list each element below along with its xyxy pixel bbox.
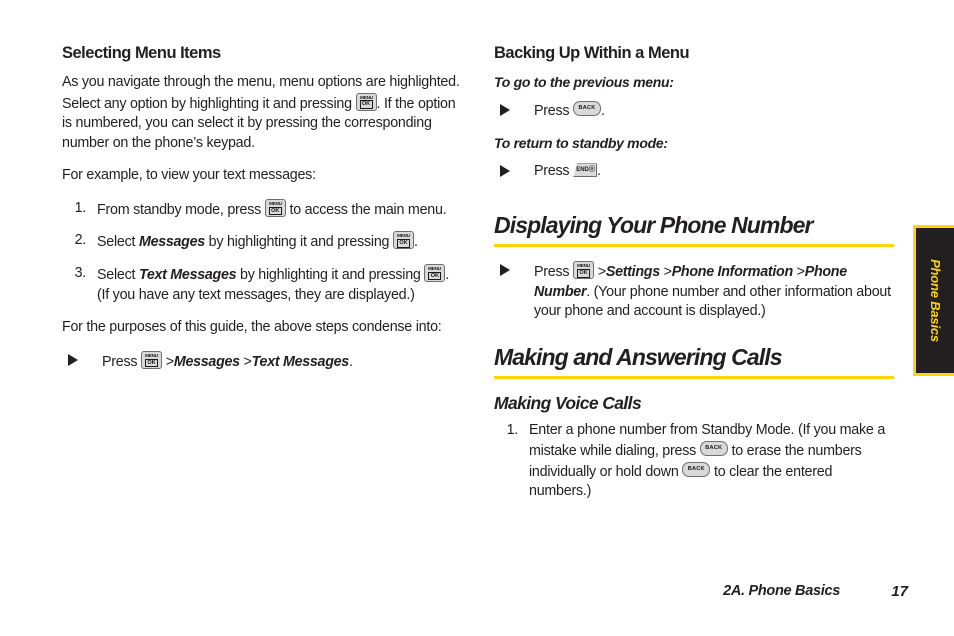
section-heading-displaying-your-phone-number: Displaying Your Phone Number [494, 211, 813, 238]
menu-ok-key-icon: MENU OK [392, 231, 414, 250]
bullet-separator: > [659, 264, 672, 281]
step-text-after-key: to access the main menu. [285, 201, 447, 218]
paragraph-for-example: For example, to view your text messages: [62, 167, 316, 184]
paragraph-navigate-menu: As you navigate through the menu, menu o… [62, 73, 462, 153]
menu-ok-key-icon: MENU OK [424, 264, 446, 283]
bullet-italic-term: Settings [605, 264, 660, 281]
step-item: 1. From standby mode, press MENU OK to acc… [62, 198, 462, 221]
lead-in-previous-menu: To go to the previous menu: [494, 73, 674, 90]
back-key-icon: BACK [699, 440, 728, 456]
step-item: 2. Select Messages by highlighting it and… [62, 231, 462, 253]
displaying-phone-number-bullet-list: Press MENU OK >Settings >Phone Informatio… [494, 261, 894, 322]
step-text-after-key: . [445, 267, 450, 284]
heading-backing-up-within-a-menu: Backing Up Within a Menu [494, 44, 690, 62]
section-rule-making-answering [494, 376, 894, 380]
arrow-bullet-item: Press MENU OK >Messages >Text Messages. [62, 350, 462, 373]
document-page: Selecting Menu Items As you navigate thr… [0, 0, 954, 636]
page-footer: 2A. Phone Basics 17 [62, 583, 908, 603]
selecting-menu-steps-list: 1. From standby mode, press MENU OK to acc… [62, 198, 462, 305]
bullet-trailing: . [348, 353, 353, 370]
step-item: 3. Select Text Messages by highlighting i… [62, 264, 462, 305]
back-key-icon: BACK [573, 100, 602, 116]
menu-ok-key-top-label: MENU [268, 200, 282, 206]
bullet-italic-term: Messages [173, 353, 240, 370]
bullet-separator: > [594, 264, 606, 281]
bullet-italic-term: Phone Information [671, 264, 793, 281]
step-text-before-italic: Select [97, 267, 139, 284]
step-text-middle: by highlighting it and pressing [204, 234, 393, 251]
footer-chapter-label: 2A. Phone Basics [723, 583, 840, 599]
menu-ok-key-bottom-label: OK [268, 206, 282, 216]
bullet-text-after-key: . [601, 102, 605, 119]
bullet-separator: > [239, 353, 252, 370]
back-key-icon: BACK [682, 461, 711, 477]
step-italic-term: Messages [138, 234, 205, 251]
standby-mode-bullet-list: Press ENDⓞ. [494, 162, 894, 182]
arrow-bullet-icon [500, 165, 510, 178]
arrow-bullet-icon [68, 353, 78, 366]
menu-ok-key-top-label: MENU [359, 94, 373, 100]
bullet-trailing: . (Your phone number and other informati… [534, 283, 891, 320]
menu-ok-key-icon: MENU OK [573, 261, 595, 280]
menu-ok-key-top-label: MENU [577, 263, 590, 269]
lead-in-standby-mode: To return to standby mode: [494, 135, 668, 152]
arrow-bullet-icon [500, 264, 510, 277]
menu-ok-key-icon: MENU OK [264, 198, 286, 217]
arrow-bullet-icon [500, 103, 510, 116]
step-text-before-key: From standby mode, press [97, 201, 265, 218]
heading-selecting-menu-items: Selecting Menu Items [62, 44, 221, 62]
bullet-text-before-key: Press [534, 163, 574, 180]
chapter-thumb-tab-label: Phone Basics [927, 259, 943, 342]
bullet-text-before-key: Press [534, 264, 574, 281]
bullet-separator: > [792, 264, 805, 281]
left-column: Selecting Menu Items As you navigate thr… [62, 44, 462, 385]
step-extra-line: (If you have any text messages, they are… [97, 286, 415, 303]
menu-ok-key-bottom-label: OK [396, 239, 410, 248]
chapter-thumb-tab: Phone Basics [913, 225, 954, 376]
step-text-middle: by highlighting it and pressing [236, 267, 425, 284]
menu-ok-key-top-label: MENU [428, 266, 442, 272]
bullet-text-before-key: Press [534, 102, 574, 119]
arrow-bullet-item: Press ENDⓞ. [494, 162, 894, 182]
step-number: 1. [74, 199, 87, 216]
bullet-text-after-key: . [597, 163, 601, 180]
bullet-text-before-key: Press [102, 353, 142, 370]
section-rule-displaying [494, 244, 894, 248]
arrow-bullet-item: Press BACK. [494, 100, 894, 122]
footer-page-number: 17 [891, 583, 908, 600]
making-voice-calls-steps-list: 1. Enter a phone number from Standby Mode… [494, 421, 894, 501]
menu-ok-key-bottom-label: OK [577, 269, 591, 278]
menu-ok-key-bottom-label: OK [145, 358, 159, 368]
menu-ok-key-bottom-label: OK [428, 271, 442, 281]
step-text-after-key: . [413, 234, 418, 251]
step-number: 3. [74, 265, 87, 282]
section-heading-making-and-answering-calls: Making and Answering Calls [494, 343, 782, 370]
condensed-steps-list: Press MENU OK >Messages >Text Messages. [62, 350, 462, 373]
end-key-icon: ENDⓞ [573, 163, 598, 178]
bullet-italic-term: Text Messages [251, 353, 350, 370]
arrow-bullet-item: Press MENU OK >Settings >Phone Informatio… [494, 261, 894, 322]
menu-ok-key-icon: MENU OK [141, 350, 163, 369]
step-text-before-italic: Select [97, 234, 139, 251]
menu-ok-key-icon: MENU OK [355, 92, 377, 111]
menu-ok-key-top-label: MENU [397, 233, 410, 239]
previous-menu-bullet-list: Press BACK. [494, 100, 894, 122]
subsection-heading-making-voice-calls: Making Voice Calls [494, 393, 642, 414]
step-number: 1. [506, 422, 519, 439]
menu-ok-key-top-label: MENU [145, 352, 158, 358]
step-number: 2. [74, 232, 87, 249]
menu-ok-key-bottom-label: OK [359, 100, 373, 109]
step-item: 1. Enter a phone number from Standby Mode… [494, 421, 894, 501]
bullet-separator: > [162, 353, 174, 370]
step-italic-term: Text Messages [138, 267, 237, 284]
paragraph-condense-into: For the purposes of this guide, the abov… [62, 319, 442, 336]
right-column: Backing Up Within a Menu To go to the pr… [494, 44, 894, 515]
